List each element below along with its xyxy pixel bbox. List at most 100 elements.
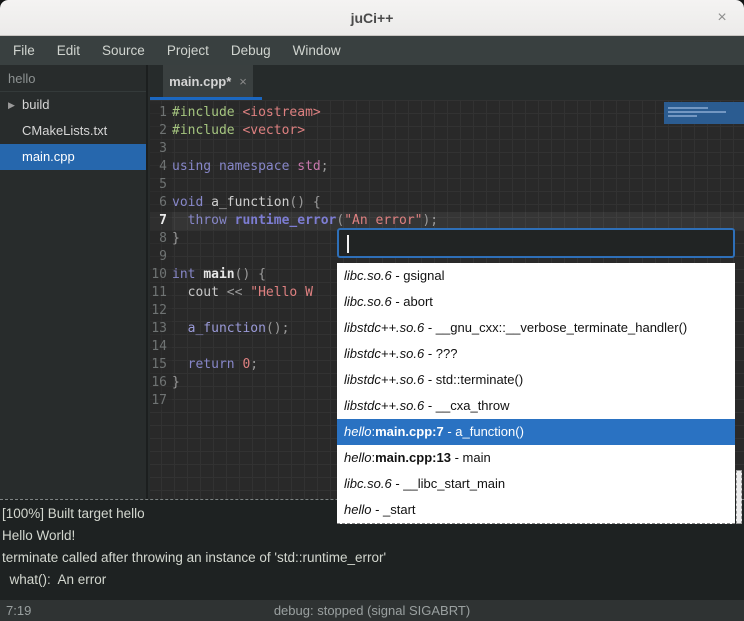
frame-function: - a_function()	[444, 424, 524, 439]
backtrace-item[interactable]: hello:main.cpp:13 - main	[337, 445, 735, 471]
code-token: () {	[289, 195, 320, 210]
overview-map-highlight	[664, 102, 744, 124]
line-number: 7	[150, 212, 172, 230]
tab-main-cpp[interactable]: main.cpp* ×	[163, 65, 253, 97]
code-token: ;	[250, 357, 258, 372]
frame-function: - __cxa_throw	[424, 398, 509, 413]
backtrace-item[interactable]: libstdc++.so.6 - __gnu_cxx::__verbose_te…	[337, 315, 735, 341]
code-token	[172, 357, 188, 372]
code-line-3[interactable]: 3	[150, 140, 744, 158]
menu-item-source[interactable]: Source	[91, 36, 156, 65]
backtrace-search-input[interactable]	[337, 228, 735, 258]
code-token: int	[172, 267, 195, 282]
code-line-4[interactable]: 4using namespace std;	[150, 158, 744, 176]
code-token: using	[172, 159, 211, 174]
tree-item-label: CMakeLists.txt	[22, 118, 107, 144]
juci-window: juCi++ × FileEditSourceProjectDebugWindo…	[0, 0, 744, 621]
backtrace-list: libc.so.6 - gsignallibc.so.6 - abortlibs…	[337, 263, 735, 524]
mini-text-line	[668, 107, 708, 109]
tree-item-main-cpp[interactable]: main.cpp	[0, 144, 146, 170]
backtrace-item[interactable]: libstdc++.so.6 - std::terminate()	[337, 367, 735, 393]
code-token: ;	[321, 159, 329, 174]
debug-status: debug: stopped (signal SIGABRT)	[0, 603, 744, 618]
line-number: 3	[150, 140, 172, 158]
menu-item-project[interactable]: Project	[156, 36, 220, 65]
tree-item-label: main.cpp	[22, 144, 75, 170]
code-token	[227, 213, 235, 228]
line-number: 5	[150, 176, 172, 194]
status-bar: 7:19 debug: stopped (signal SIGABRT)	[0, 600, 744, 621]
code-token: void	[172, 195, 203, 210]
line-number: 11	[150, 284, 172, 302]
line-number: 2	[150, 122, 172, 140]
code-token	[172, 285, 188, 300]
backtrace-popup: libc.so.6 - gsignallibc.so.6 - abortlibs…	[337, 228, 735, 524]
backtrace-item[interactable]: libc.so.6 - abort	[337, 289, 735, 315]
code-token: a_function	[188, 321, 266, 336]
code-token	[172, 213, 188, 228]
backtrace-item[interactable]: hello:main.cpp:7 - a_function()	[337, 419, 735, 445]
backtrace-item[interactable]: libc.so.6 - gsignal	[337, 263, 735, 289]
code-line-6[interactable]: 6void a_function() {	[150, 194, 744, 212]
backtrace-item[interactable]: hello - _start	[337, 497, 735, 523]
menu-item-edit[interactable]: Edit	[46, 36, 91, 65]
backtrace-item[interactable]: libstdc++.so.6 - __cxa_throw	[337, 393, 735, 419]
frame-library: hello	[344, 424, 371, 439]
backtrace-item[interactable]: libc.so.6 - __libc_start_main	[337, 471, 735, 497]
menu-item-file[interactable]: File	[2, 36, 46, 65]
code-token: }	[172, 375, 180, 390]
text-cursor	[347, 235, 349, 253]
code-token: cout	[188, 285, 219, 300]
menu-item-window[interactable]: Window	[282, 36, 352, 65]
tree-item-label: build	[22, 92, 49, 118]
code-token	[203, 195, 211, 210]
mini-text-line	[668, 111, 726, 113]
code-token: "Hello W	[250, 285, 313, 300]
code-token: }	[172, 231, 180, 246]
code-line-2[interactable]: 2#include <vector>	[150, 122, 744, 140]
code-line-1[interactable]: 1#include <iostream>	[150, 104, 744, 122]
menu-item-debug[interactable]: Debug	[220, 36, 282, 65]
code-token	[211, 159, 219, 174]
line-number: 17	[150, 392, 172, 410]
frame-library: libstdc++.so.6	[344, 320, 424, 335]
code-token: "An error"	[344, 213, 422, 228]
backtrace-item[interactable]: libstdc++.so.6 - ???	[337, 341, 735, 367]
popup-scrollbar[interactable]	[736, 470, 742, 524]
code-line-5[interactable]: 5	[150, 176, 744, 194]
code-token: main	[203, 267, 234, 282]
tree-item-cmakelists-txt[interactable]: CMakeLists.txt	[0, 118, 146, 144]
line-number: 8	[150, 230, 172, 248]
frame-function: - gsignal	[392, 268, 445, 283]
frame-library: libc.so.6	[344, 268, 392, 283]
code-token: std	[297, 159, 320, 174]
code-token: () {	[235, 267, 266, 282]
frame-function: - abort	[392, 294, 433, 309]
frame-function: - main	[451, 450, 491, 465]
frame-function: - __libc_start_main	[392, 476, 505, 491]
code-token: ();	[266, 321, 289, 336]
output-line: what(): An error	[2, 569, 742, 591]
code-token: runtime_error	[235, 213, 337, 228]
chevron-right-icon[interactable]: ▶	[8, 92, 22, 118]
line-number: 16	[150, 374, 172, 392]
close-icon[interactable]: ×	[712, 8, 732, 28]
window-title: juCi++	[351, 10, 394, 26]
tab-close-icon[interactable]: ×	[239, 74, 247, 89]
frame-library: libc.so.6	[344, 294, 392, 309]
code-token: namespace	[219, 159, 289, 174]
menu-bar: FileEditSourceProjectDebugWindow	[0, 36, 744, 65]
code-token: );	[422, 213, 438, 228]
frame-function: - std::terminate()	[424, 372, 523, 387]
frame-library: libstdc++.so.6	[344, 398, 424, 413]
tree-item-build[interactable]: ▶build	[0, 92, 146, 118]
output-line: Hello World!	[2, 525, 742, 547]
frame-library: libstdc++.so.6	[344, 346, 424, 361]
output-line: terminate called after throwing an insta…	[2, 547, 742, 569]
code-token	[172, 321, 188, 336]
code-token: <iostream>	[242, 105, 320, 120]
line-number: 13	[150, 320, 172, 338]
tab-bar: main.cpp* ×	[150, 65, 744, 100]
file-tree-sidebar: hello ▶buildCMakeLists.txtmain.cpp	[0, 65, 148, 499]
frame-library: hello	[344, 450, 371, 465]
